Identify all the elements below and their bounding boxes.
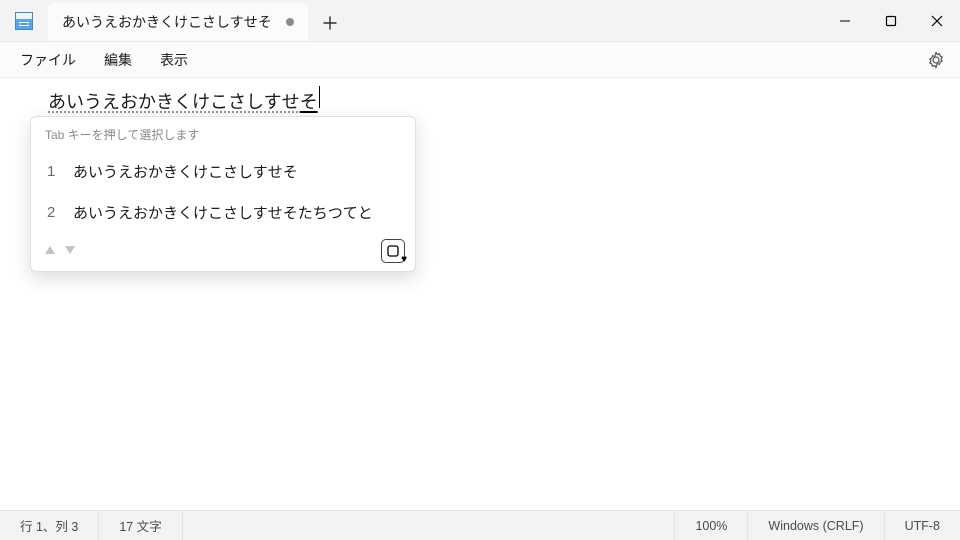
status-cursor-position[interactable]: 行 1、列 3: [0, 511, 99, 540]
ime-candidate[interactable]: 2 あいうえおかきくけこさしすせそたちつてと: [31, 192, 415, 233]
status-char-count[interactable]: 17 文字: [99, 511, 182, 540]
minimize-button[interactable]: [822, 0, 868, 41]
ime-clipboard-button[interactable]: ♥: [381, 239, 405, 263]
editor-area[interactable]: あいうえおかきくけこさしすせそ Tab キーを押して選択します 1 あいうえおか…: [0, 78, 960, 510]
tab-title: あいうえおかきくけこさしすせそ: [62, 12, 274, 32]
ime-hint: Tab キーを押して選択します: [31, 117, 415, 151]
heart-icon: ♥: [401, 254, 407, 265]
status-zoom[interactable]: 100%: [675, 511, 748, 540]
tab-modified-dot-icon[interactable]: [286, 18, 294, 26]
tab-document[interactable]: あいうえおかきくけこさしすせそ: [48, 3, 308, 41]
close-icon: [931, 15, 943, 27]
new-tab-button[interactable]: [312, 5, 348, 41]
ime-candidate-text: あいうえおかきくけこさしすせそ: [73, 161, 298, 182]
ime-selection: そ: [300, 88, 318, 114]
gear-icon: [927, 51, 945, 69]
ime-composition[interactable]: あいうえおかきくけこさしすせそ: [48, 86, 320, 114]
menu-edit[interactable]: 編集: [90, 44, 146, 76]
ime-candidate-number: 2: [47, 204, 59, 221]
app-icon: [0, 0, 48, 41]
titlebar: あいうえおかきくけこさしすせそ: [0, 0, 960, 42]
minimize-icon: [839, 15, 851, 27]
ime-candidate[interactable]: 1 あいうえおかきくけこさしすせそ: [31, 151, 415, 192]
chevron-down-icon: [65, 246, 75, 254]
ime-prev-page[interactable]: [45, 246, 55, 257]
menu-view[interactable]: 表示: [146, 44, 202, 76]
ime-pre-selection: あいうえおかきくけこさしすせ: [48, 88, 300, 114]
status-encoding[interactable]: UTF-8: [885, 511, 960, 540]
statusbar: 行 1、列 3 17 文字 100% Windows (CRLF) UTF-8: [0, 510, 960, 540]
menubar: ファイル 編集 表示: [0, 42, 960, 78]
text-caret: [319, 86, 320, 108]
plus-icon: [323, 16, 337, 30]
maximize-button[interactable]: [868, 0, 914, 41]
clipboard-icon: [386, 244, 400, 258]
ime-candidate-text: あいうえおかきくけこさしすせそたちつてと: [73, 202, 373, 223]
ime-candidate-number: 1: [47, 163, 59, 180]
ime-next-page[interactable]: [65, 246, 75, 257]
menu-file[interactable]: ファイル: [6, 44, 90, 76]
ime-candidate-panel: Tab キーを押して選択します 1 あいうえおかきくけこさしすせそ 2 あいうえ…: [30, 116, 416, 272]
notepad-icon: [15, 12, 33, 30]
maximize-icon: [885, 15, 897, 27]
status-line-ending[interactable]: Windows (CRLF): [748, 511, 884, 540]
settings-button[interactable]: [918, 42, 954, 78]
chevron-up-icon: [45, 246, 55, 254]
close-button[interactable]: [914, 0, 960, 41]
